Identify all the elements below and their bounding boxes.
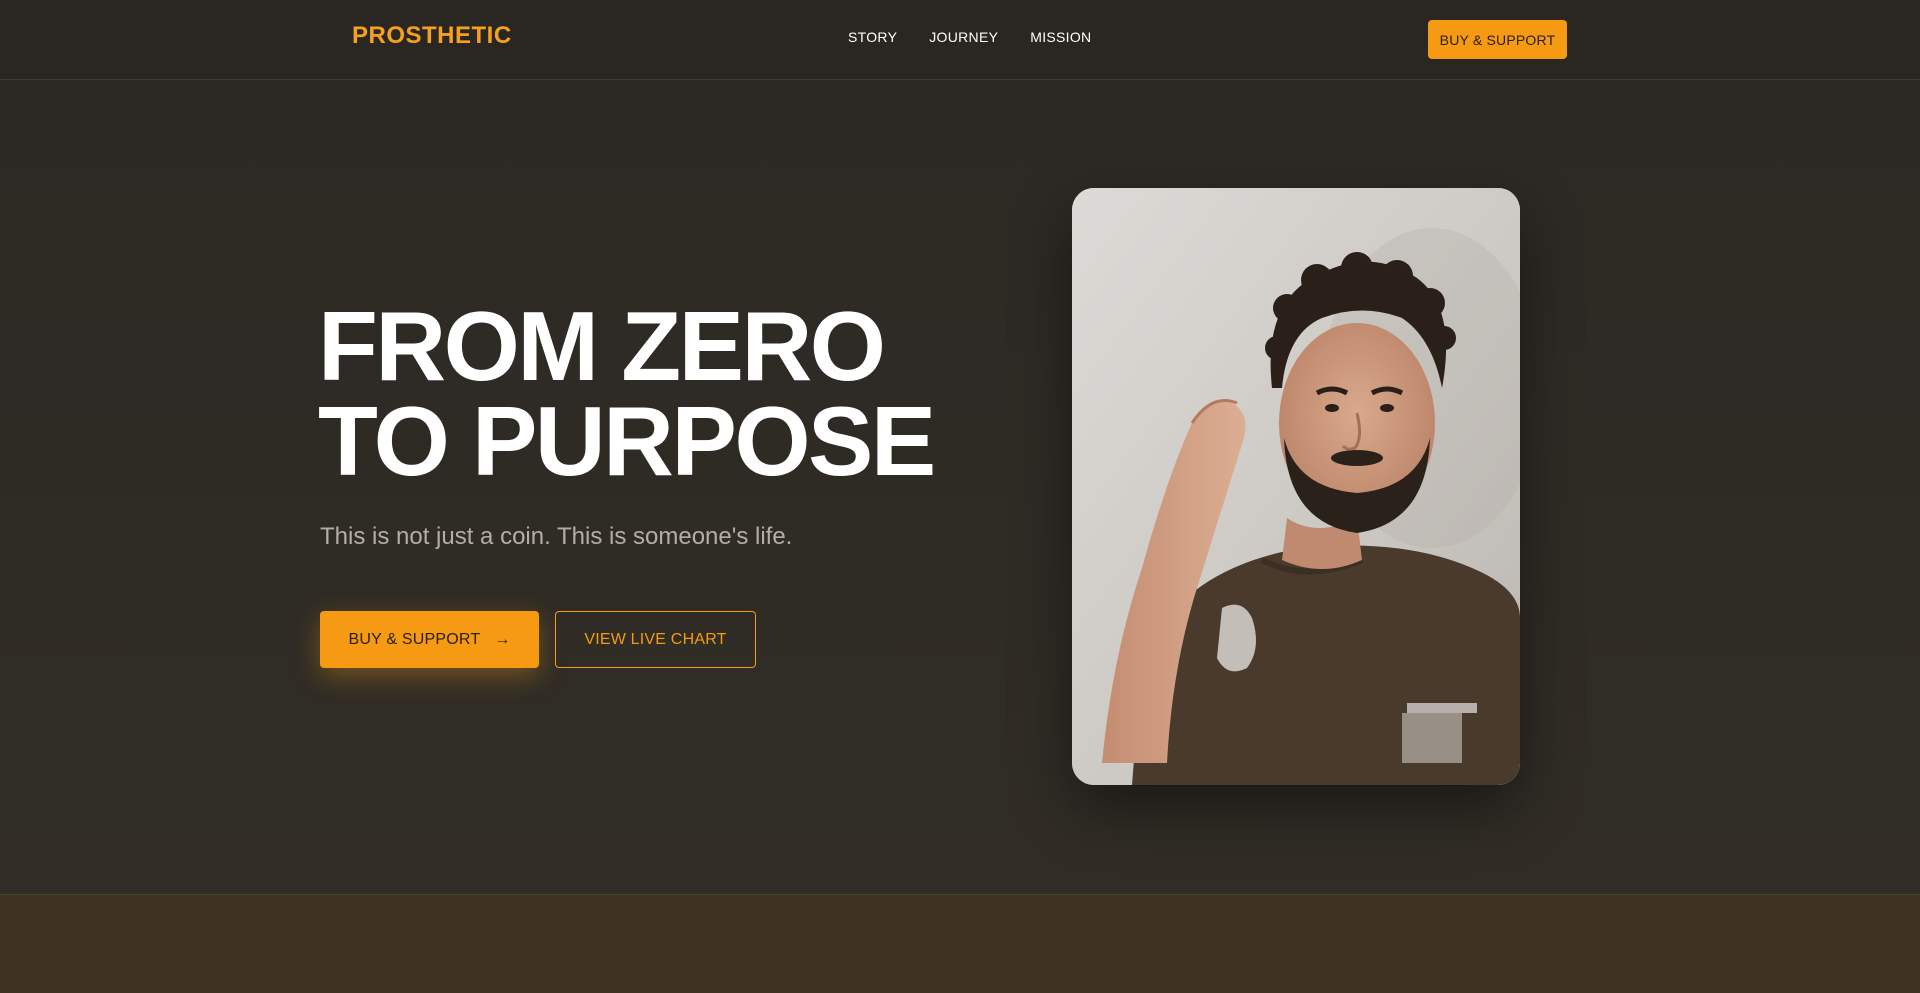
hero-title-line-1: FROM ZERO: [318, 291, 886, 401]
next-section: [0, 894, 1920, 993]
logo[interactable]: PROSTHETIC: [352, 22, 512, 50]
nav-item-story[interactable]: STORY: [848, 29, 897, 45]
main-nav: STORY JOURNEY MISSION: [848, 29, 1091, 45]
arrow-right-icon: →: [494, 630, 511, 648]
buy-support-button[interactable]: BUY & SUPPORT →: [320, 611, 539, 668]
portrait-photo: [1072, 188, 1520, 785]
nav-item-journey[interactable]: JOURNEY: [929, 29, 998, 45]
page: PROSTHETIC STORY JOURNEY MISSION BUY & S…: [0, 0, 1920, 993]
hero-subtitle: This is not just a coin. This is someone…: [320, 523, 793, 550]
buy-support-label: BUY & SUPPORT: [348, 630, 481, 648]
hero-title-line-2: TO PURPOSE: [318, 386, 936, 497]
portrait-illustration: [1072, 188, 1520, 785]
nav-item-mission[interactable]: MISSION: [1030, 29, 1091, 45]
hero-title: FROM ZERO TO PURPOSE: [318, 291, 958, 497]
header-buy-support-button[interactable]: BUY & SUPPORT: [1428, 20, 1567, 59]
view-live-chart-button[interactable]: VIEW LIVE CHART: [555, 611, 756, 668]
top-navigation-bar: PROSTHETIC STORY JOURNEY MISSION BUY & S…: [0, 0, 1920, 80]
hero-section: FROM ZERO TO PURPOSE This is not just a …: [0, 81, 1920, 894]
